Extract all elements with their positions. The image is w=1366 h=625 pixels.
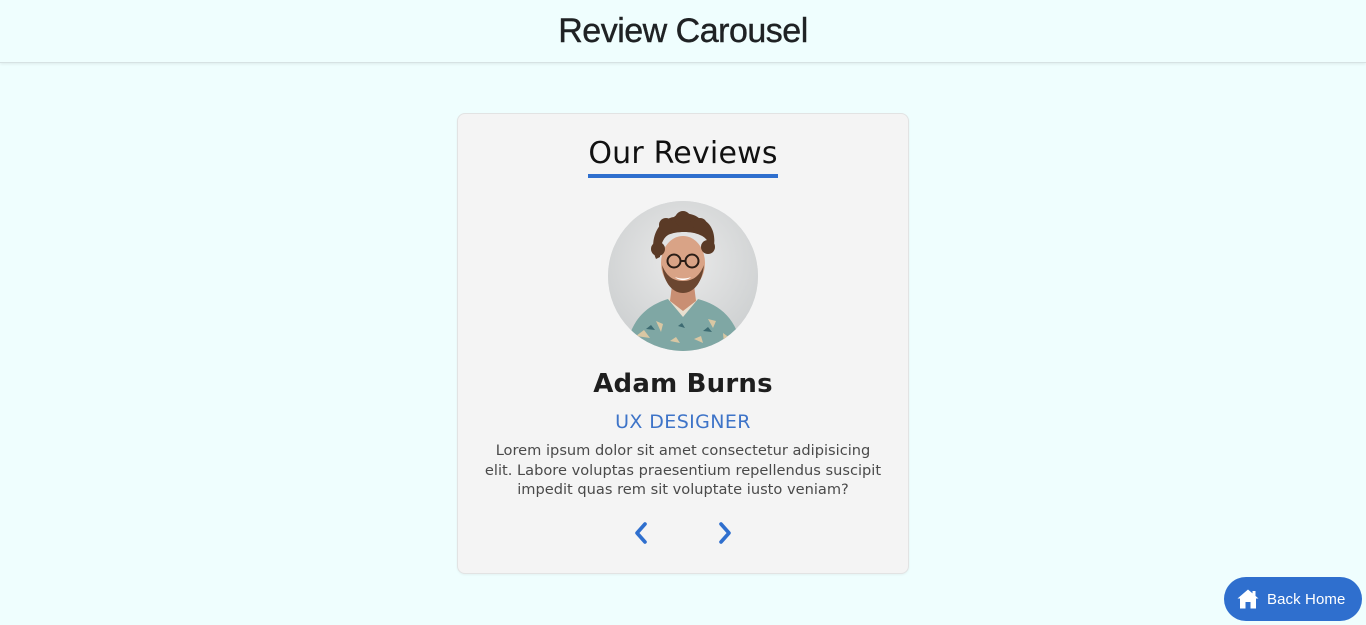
section-title-wrap: Our Reviews [458, 136, 908, 178]
page-title: Review Carousel [558, 11, 808, 50]
person-photo-icon [608, 201, 758, 351]
review-text: Lorem ipsum dolor sit amet consectetur a… [484, 442, 882, 498]
prev-review-button[interactable] [629, 520, 653, 546]
review-card: Our Reviews Adam Burns UX DESIGNER Lorem… [457, 113, 909, 574]
avatar [608, 201, 758, 351]
chevron-left-icon [635, 522, 647, 544]
reviewer-role: UX DESIGNER [615, 411, 751, 433]
section-title: Our Reviews [588, 136, 778, 178]
page-header: Review Carousel [0, 0, 1366, 63]
next-review-button[interactable] [713, 520, 737, 546]
back-home-label: Back Home [1267, 590, 1346, 608]
chevron-right-icon [719, 522, 731, 544]
reviewer-name: Adam Burns [593, 369, 773, 399]
carousel-nav [458, 520, 908, 546]
back-home-button[interactable]: Back Home [1224, 577, 1362, 621]
home-icon [1236, 588, 1260, 610]
